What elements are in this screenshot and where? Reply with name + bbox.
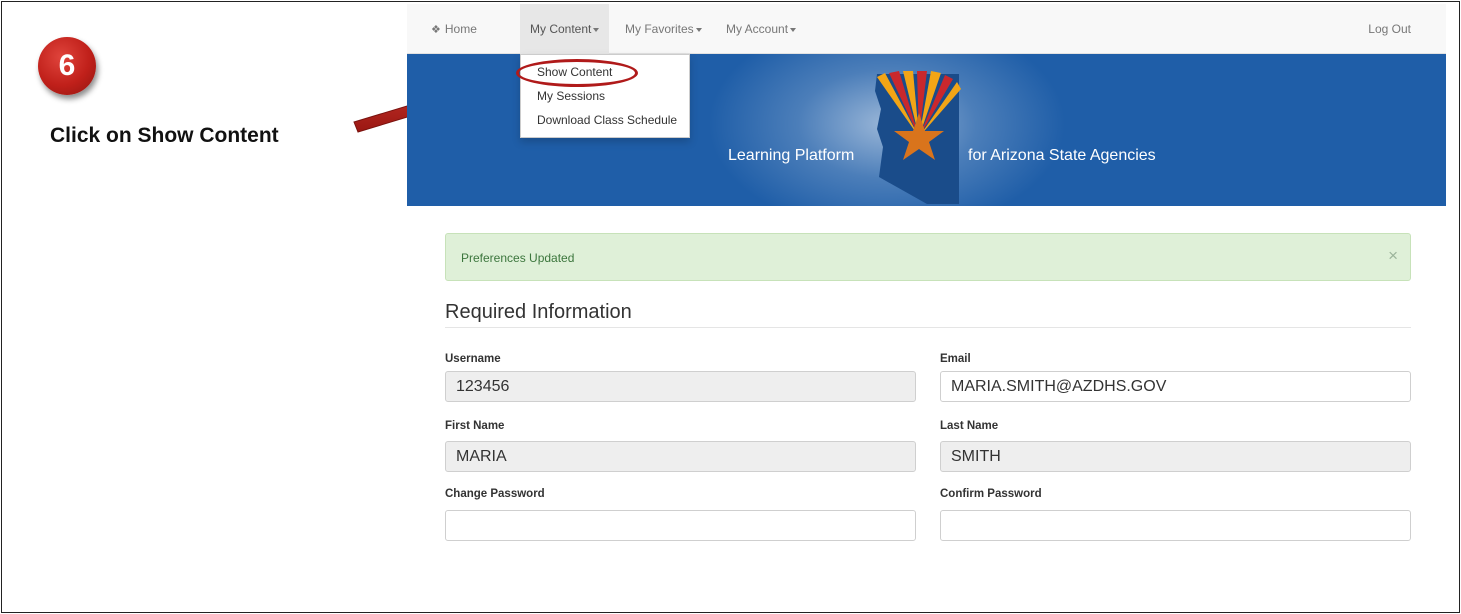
instruction-text: Click on Show Content	[50, 124, 279, 147]
nav-logout-label: Log Out	[1368, 22, 1411, 36]
change-password-label: Change Password	[445, 488, 545, 500]
my-content-dropdown: Show Content My Sessions Download Class …	[520, 54, 690, 138]
step-badge: 6	[38, 37, 96, 95]
nav-my-favorites-label: My Favorites	[625, 22, 694, 36]
last-name-field[interactable]: SMITH	[940, 441, 1411, 472]
success-alert: Preferences Updated ×	[445, 233, 1411, 281]
banner-title-left: Learning Platform	[728, 147, 855, 164]
change-password-field[interactable]	[445, 510, 916, 541]
nav-my-account[interactable]: My Account	[716, 4, 806, 54]
nav-my-account-label: My Account	[726, 22, 789, 36]
last-name-label: Last Name	[940, 420, 999, 432]
caret-down-icon	[593, 27, 600, 32]
nav-home-label: Home	[444, 22, 477, 36]
home-icon: ❖	[431, 24, 441, 36]
nav-logout[interactable]: Log Out	[1358, 4, 1421, 54]
section-divider	[445, 327, 1411, 328]
nav-my-content[interactable]: My Content	[520, 4, 610, 54]
nav-home[interactable]: ❖ Home	[421, 4, 487, 54]
confirm-password-label: Confirm Password	[940, 488, 1042, 500]
alert-message: Preferences Updated	[461, 251, 575, 265]
section-title: Required Information	[445, 301, 632, 323]
first-name-field[interactable]: MARIA	[445, 441, 916, 472]
dropdown-item-show-content[interactable]: Show Content	[537, 65, 612, 79]
username-field[interactable]: 123456	[445, 371, 916, 402]
close-icon[interactable]: ×	[1388, 246, 1398, 266]
caret-down-icon	[790, 27, 797, 32]
dropdown-item-my-sessions[interactable]: My Sessions	[537, 89, 605, 103]
caret-down-icon	[695, 27, 702, 32]
nav-my-content-label: My Content	[530, 22, 592, 36]
confirm-password-field[interactable]	[940, 510, 1411, 541]
email-field[interactable]: MARIA.SMITH@AZDHS.GOV	[940, 371, 1411, 402]
nav-my-favorites[interactable]: My Favorites	[615, 4, 712, 54]
email-label: Email	[940, 353, 971, 365]
dropdown-item-download-class-schedule[interactable]: Download Class Schedule	[537, 113, 677, 127]
top-navbar: ❖ Home My Content My Favorites My Account…	[407, 4, 1446, 54]
first-name-label: First Name	[445, 420, 505, 432]
username-label: Username	[445, 353, 501, 365]
arizona-state-logo-icon	[875, 71, 961, 204]
banner-title-right: for Arizona State Agencies	[968, 147, 1156, 164]
app-screenshot: ❖ Home My Content My Favorites My Account…	[407, 4, 1446, 612]
